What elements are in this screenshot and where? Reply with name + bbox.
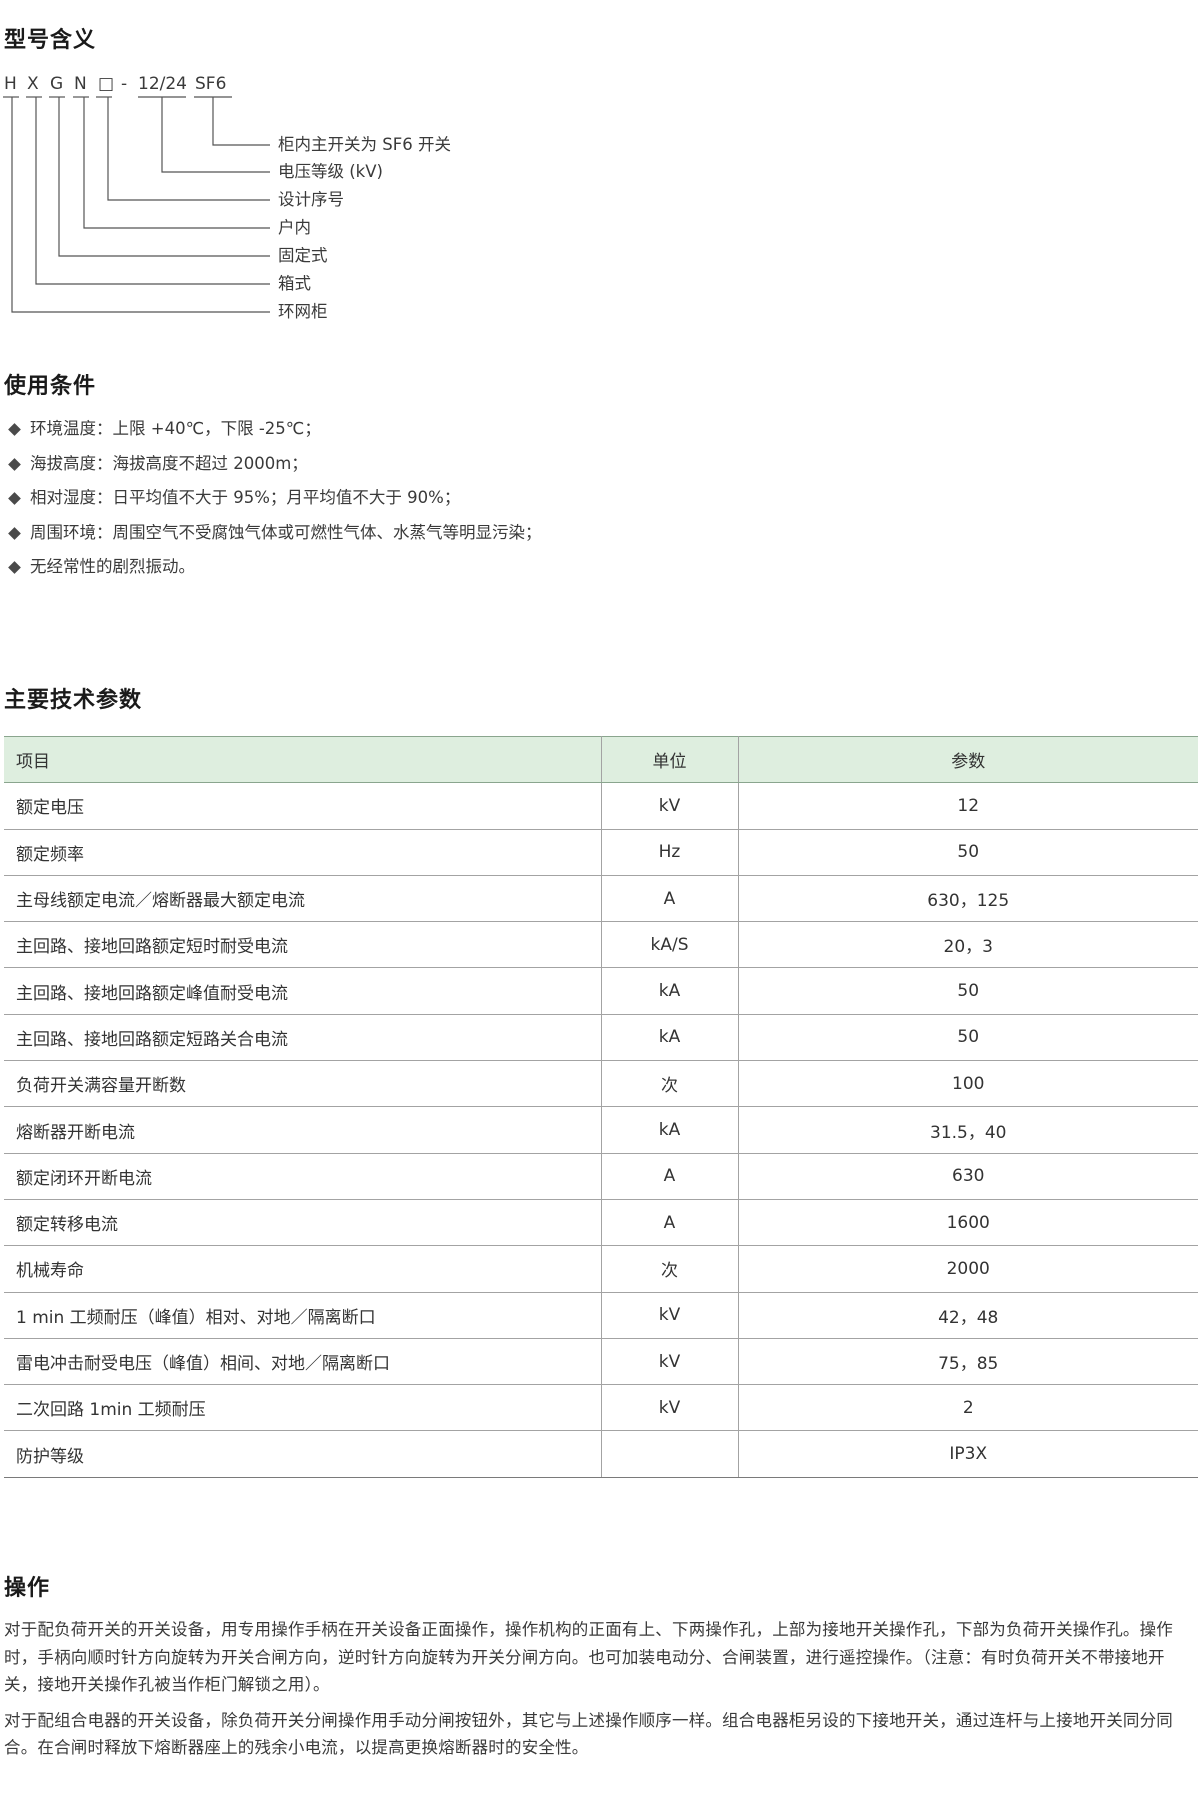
meaning-design: 设计序号 — [278, 190, 344, 209]
operation-paragraph: 对于配负荷开关的开关设备，用专用操作手柄在开关设备正面操作，操作机构的正面有上、… — [4, 1620, 1173, 1694]
cell-value: 630 — [738, 1153, 1198, 1200]
cell-item: 额定转移电流 — [4, 1199, 602, 1247]
cell-item: 额定电压 — [4, 782, 602, 830]
cell-value: 12 — [738, 782, 1198, 830]
header-item: 项目 — [4, 735, 602, 784]
cell-value: 50 — [738, 829, 1198, 876]
meaning-box: 箱式 — [278, 274, 311, 293]
cell-unit: Hz — [601, 829, 739, 876]
table-header-row: 项目 单位 参数 — [4, 735, 1198, 784]
cell-unit: A — [601, 1199, 739, 1247]
params-section-title: 主要技术参数 — [4, 688, 143, 713]
cell-unit: A — [601, 1153, 739, 1200]
cell-item: 主回路、接地回路额定短时耐受电流 — [4, 921, 602, 969]
table-row: 熔断器开断电流 kA 31.5，40 — [4, 1106, 1198, 1154]
list-item: 环境温度：上限 +40℃，下限 -25℃； — [6, 416, 542, 451]
operation-body: 对于配负荷开关的开关设备，用专用操作手柄在开关设备正面操作，操作机构的正面有上、… — [4, 1616, 1198, 1762]
cell-value: 630，125 — [738, 875, 1198, 923]
bullet-diamond-icon — [8, 492, 21, 505]
operation-paragraph: 对于配组合电器的开关设备，除负荷开关分闸操作用手动分闸按钮外，其它与上述操作顺序… — [4, 1710, 1173, 1758]
cell-item: 主回路、接地回路额定峰值耐受电流 — [4, 967, 602, 1015]
cell-item: 熔断器开断电流 — [4, 1106, 602, 1154]
cell-unit: kV — [601, 1292, 739, 1339]
table-row: 额定闭环开断电流 A 630 — [4, 1153, 1198, 1200]
cell-value: 2000 — [738, 1245, 1198, 1293]
model-section-title: 型号含义 — [4, 28, 97, 53]
cell-value: 20，3 — [738, 921, 1198, 969]
meaning-voltage: 电压等级 (kV) — [278, 162, 383, 181]
table-row: 额定电压 kV 12 — [4, 782, 1198, 830]
cell-value: 42，48 — [738, 1292, 1198, 1339]
cell-unit: 次 — [601, 1060, 739, 1108]
bullet-diamond-icon — [8, 423, 21, 436]
meaning-fixed: 固定式 — [278, 246, 328, 265]
meaning-sf6: 柜内主开关为 SF6 开关 — [278, 135, 451, 154]
table-row: 负荷开关满容量开断数次 100 — [4, 1060, 1198, 1108]
meaning-ring: 环网柜 — [278, 302, 328, 321]
cell-item: 主回路、接地回路额定短路关合电流 — [4, 1014, 602, 1062]
cell-item: 雷电冲击耐受电压（峰值）相间、对地／隔离断口 — [4, 1338, 602, 1386]
cell-unit: kA — [601, 967, 739, 1015]
cell-value: 50 — [738, 967, 1198, 1015]
table-row: 主回路、接地回路额定短时耐受电流 kA/S 20，3 — [4, 921, 1198, 969]
meaning-indoor: 户内 — [278, 218, 311, 237]
table-row: 二次回路 1min 工频耐压 kV 2 — [4, 1384, 1198, 1432]
cell-unit: kA/S — [601, 921, 739, 969]
params-table: 项目 单位 参数 额定电压 kV 12 额定频率 Hz 50 主母线额定电流／熔断器最大… — [4, 735, 1198, 1478]
list-item: 无经常性的剧烈振动。 — [6, 554, 542, 589]
cell-item: 机械寿命 — [4, 1245, 602, 1293]
cell-item: 主母线额定电流／熔断器最大额定电流 — [4, 875, 602, 923]
cell-unit: 次 — [601, 1245, 739, 1293]
conditions-section-title: 使用条件 — [4, 374, 97, 399]
list-item: 周围环境：周围空气不受腐蚀气体或可燃性气体、水蒸气等明显污染； — [6, 520, 542, 555]
header-value: 参数 — [738, 735, 1198, 784]
table-row: 额定频率 Hz 50 — [4, 829, 1198, 876]
cell-value: 1600 — [738, 1199, 1198, 1247]
cell-item: 额定频率 — [4, 829, 602, 876]
list-item: 海拔高度：海拔高度不超过 2000m； — [6, 451, 542, 486]
list-item: 相对湿度：日平均值不大于 95%；月平均值不大于 90%； — [6, 485, 542, 520]
table-row: 主回路、接地回路额定峰值耐受电流 kA 50 — [4, 967, 1198, 1015]
cell-item: 1 min 工频耐压（峰值）相对、对地／隔离断口 — [4, 1292, 602, 1339]
cell-unit: kV — [601, 1384, 739, 1432]
table-row: 防护等级 IP3X — [4, 1430, 1198, 1478]
operation-section-title: 操作 — [4, 1576, 51, 1601]
bullet-diamond-icon — [8, 457, 21, 471]
cell-value: 31.5，40 — [738, 1106, 1198, 1154]
cell-unit — [601, 1430, 739, 1478]
cell-value: 50 — [738, 1014, 1198, 1062]
cell-unit: kV — [601, 782, 739, 830]
cell-item: 二次回路 1min 工频耐压 — [4, 1384, 602, 1432]
bullet-diamond-icon — [8, 561, 21, 574]
table-row: 雷电冲击耐受电压（峰值）相间、对地／隔离断口 kV 75，85 — [4, 1338, 1198, 1386]
header-unit: 单位 — [601, 735, 739, 784]
table-row: 1 min 工频耐压（峰值）相对、对地／隔离断口 kV 42，48 — [4, 1292, 1198, 1339]
cell-unit: A — [601, 875, 739, 923]
cell-item: 防护等级 — [4, 1430, 602, 1478]
table-row: 主母线额定电流／熔断器最大额定电流 A 630，125 — [4, 875, 1198, 923]
cell-item: 负荷开关满容量开断数 — [4, 1060, 602, 1108]
cell-value: 100 — [738, 1060, 1198, 1108]
cell-value: 2 — [738, 1384, 1198, 1432]
cell-unit: kA — [601, 1014, 739, 1062]
cell-unit: kA — [601, 1106, 739, 1154]
cell-value: IP3X — [738, 1430, 1198, 1478]
bullet-diamond-icon — [8, 526, 21, 540]
table-row: 主回路、接地回路额定短路关合电流 kA 50 — [4, 1014, 1198, 1062]
table-row: 机械寿命次 2000 — [4, 1245, 1198, 1293]
cell-value: 75，85 — [738, 1338, 1198, 1386]
cell-unit: kV — [601, 1338, 739, 1386]
conditions-list: 环境温度：上限 +40℃，下限 -25℃； 海拔高度：海拔高度不超过 2000m… — [6, 416, 542, 589]
model-meaning-diagram: H X G N □ - 12/24 SF6 柜内主开关为 SF6 开关 电压等级… — [0, 70, 600, 330]
cell-item: 额定闭环开断电流 — [4, 1153, 602, 1200]
table-row: 额定转移电流 A 1600 — [4, 1199, 1198, 1247]
